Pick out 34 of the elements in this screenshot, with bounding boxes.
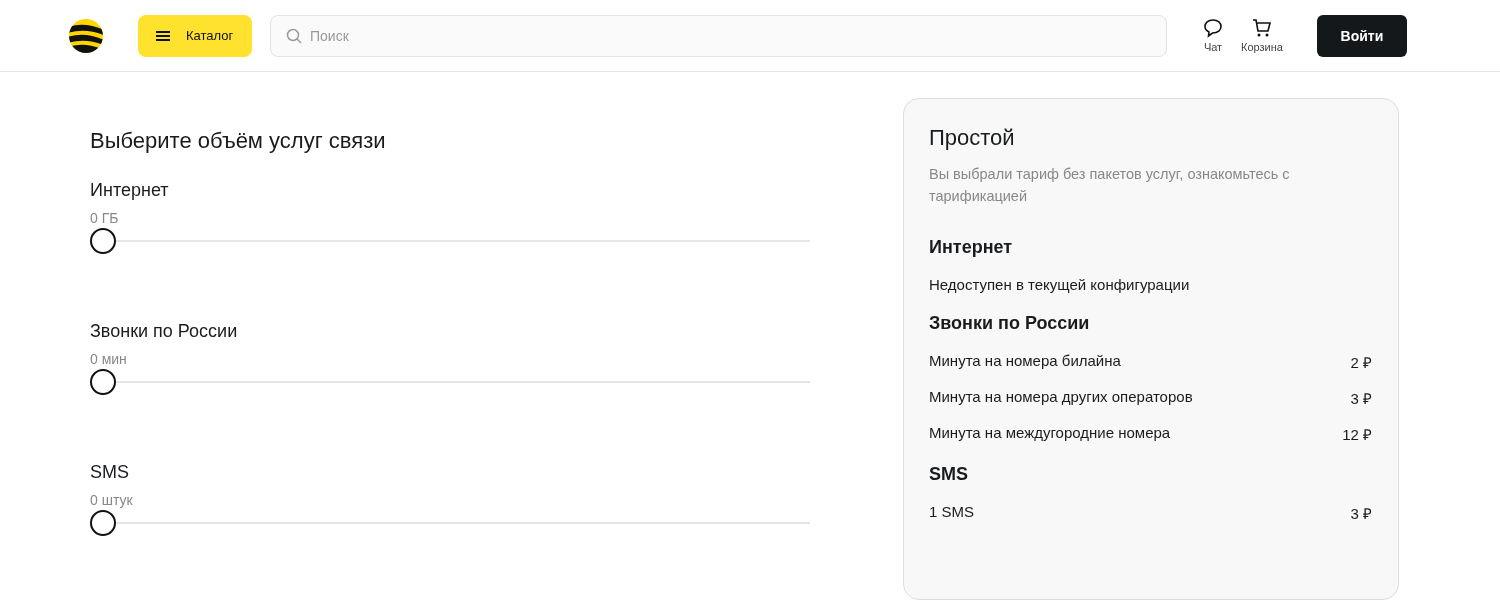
slider-thumb[interactable] xyxy=(90,228,116,254)
price-value: 3 ₽ xyxy=(1350,389,1372,408)
cart-button[interactable]: Корзина xyxy=(1241,18,1283,53)
price-label: 1 SMS xyxy=(929,503,974,522)
tariff-description: Вы выбрали тариф без пакетов услуг, ознакомьтесь с тарификацией xyxy=(929,165,1291,206)
chat-button[interactable]: Чат xyxy=(1203,18,1223,53)
price-label: Минута на междугородние номера xyxy=(929,424,1171,443)
slider-thumb[interactable] xyxy=(90,369,116,395)
login-button[interactable]: Войти xyxy=(1316,14,1407,57)
section-note: Недоступен в текущей конфигурации xyxy=(929,276,1191,293)
price-label: Минута на номера других операторов xyxy=(929,388,1193,407)
section-title: Выберите объём услуг связи xyxy=(90,128,387,154)
slider-value: 0 штук xyxy=(90,492,134,508)
slider-label: SMS xyxy=(90,462,130,483)
slider-value: 0 мин xyxy=(90,351,128,367)
catalog-button[interactable]: Каталог xyxy=(138,14,252,57)
section-heading: Звонки по России xyxy=(929,313,1091,334)
section-heading: SMS xyxy=(929,464,969,485)
slider-label: Звонки по России xyxy=(90,321,239,342)
slider-value: 0 ГБ xyxy=(90,210,120,226)
slider-label: Интернет xyxy=(90,180,170,201)
search-icon xyxy=(286,27,302,44)
tariff-title: Простой xyxy=(929,125,1016,151)
price-value: 2 ₽ xyxy=(1350,353,1372,372)
logo-icon[interactable] xyxy=(68,17,104,54)
section-heading: Интернет xyxy=(929,237,1014,258)
menu-icon xyxy=(156,30,170,41)
price-label: Минута на номера билайна xyxy=(929,352,1121,371)
chat-icon xyxy=(1203,18,1223,38)
price-value: 3 ₽ xyxy=(1350,504,1372,523)
cart-icon xyxy=(1251,18,1272,38)
search-field[interactable]: Поиск xyxy=(270,14,1167,57)
price-value: 12 ₽ xyxy=(1342,425,1372,444)
slider-thumb[interactable] xyxy=(90,510,116,536)
